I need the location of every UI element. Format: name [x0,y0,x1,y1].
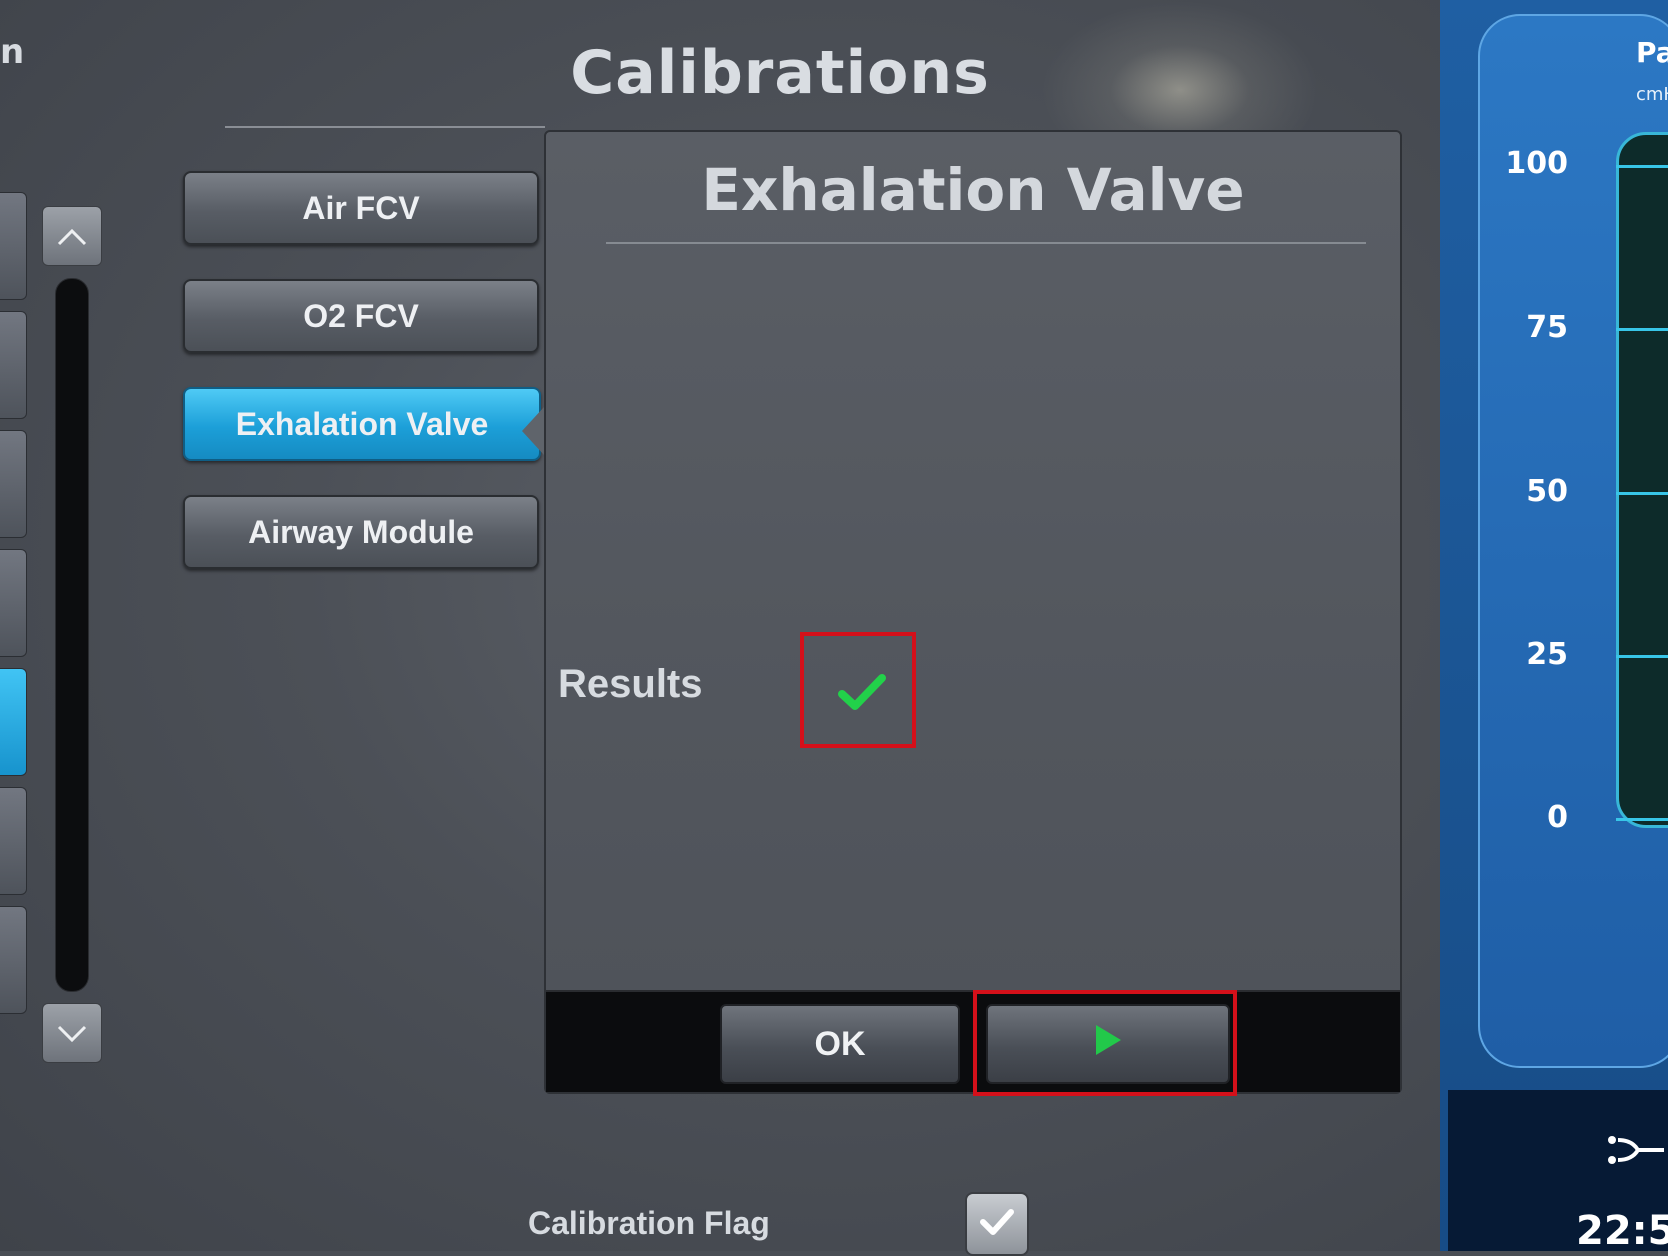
axis-tick-label: 50 [1526,474,1568,509]
left-menu-tab[interactable] [0,311,27,419]
axis-tick-line [1616,328,1668,331]
exhalation-valve-button[interactable]: Exhalation Valve [183,387,541,461]
axis-tick-line [1616,818,1668,821]
axis-tick-line [1616,165,1668,168]
waveform-unit: cmH [1636,84,1668,105]
calibration-flag-label: Calibration Flag [528,1205,770,1241]
results-label: Results [558,662,703,706]
clock-time: 22:5 [1576,1208,1668,1254]
calibration-dialog: Exhalation Valve Results OK [544,130,1402,1094]
chevron-up-icon [57,220,87,253]
waveform-title: Pa [1636,36,1668,69]
scroll-down-button[interactable] [42,1003,102,1063]
selection-pointer [522,407,544,455]
scrollbar-track[interactable] [55,278,89,992]
left-menu-tab-active[interactable] [0,668,27,776]
airway-module-button[interactable]: Airway Module [183,495,539,569]
calibration-flag-checkbox[interactable] [965,1192,1029,1256]
left-menu-tab[interactable] [0,787,27,895]
airway-connection-icon [1604,1130,1664,1174]
axis-tick-label: 100 [1505,146,1568,181]
title-divider [225,126,545,128]
air-fcv-button[interactable]: Air FCV [183,171,539,245]
o2-fcv-button[interactable]: O2 FCV [183,279,539,353]
left-menu-tab[interactable] [0,906,27,1014]
chevron-down-icon [57,1017,87,1050]
axis-tick-line [1616,655,1668,658]
waveform-plot [1616,132,1668,828]
left-menu-tab[interactable] [0,549,27,657]
ventilator-screen: n Calibrations Air FCV O2 FCV Exhalation… [0,0,1668,1256]
ok-button[interactable]: OK [720,1004,960,1084]
axis-tick-line [1616,492,1668,495]
left-menu-title: n [0,32,25,72]
axis-tick-label: 75 [1526,310,1568,345]
left-menu-tab[interactable] [0,430,27,538]
axis-tick-label: 25 [1526,637,1568,672]
scroll-up-button[interactable] [42,206,102,266]
checkmark-icon [979,1208,1015,1240]
dialog-title: Exhalation Valve [701,156,1245,224]
start-highlight-box [973,990,1237,1096]
result-highlight-box [800,632,916,748]
page-title: Calibrations [570,38,990,108]
axis-tick-label: 0 [1547,800,1568,835]
left-menu-tab[interactable] [0,192,27,300]
dialog-divider [606,242,1366,244]
